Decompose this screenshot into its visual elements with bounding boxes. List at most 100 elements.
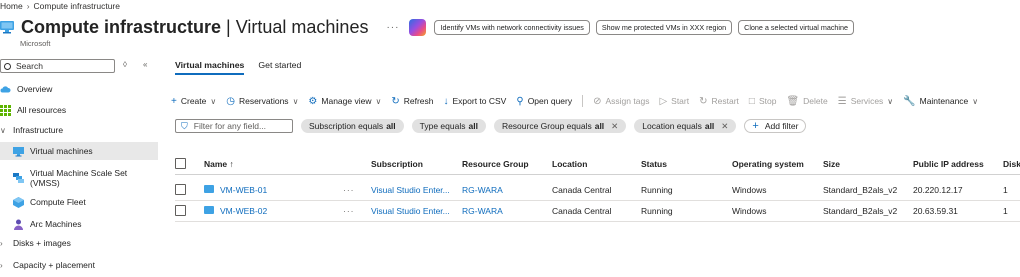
column-header-resource-group[interactable]: Resource Group — [462, 159, 529, 169]
filter-input[interactable]: ⛉ Filter for any field... — [175, 119, 293, 133]
disks-cell: 1 — [1003, 184, 1008, 195]
select-all-checkbox[interactable] — [175, 158, 186, 169]
filter-pill-subscription[interactable]: Subscription equals all — [301, 119, 404, 133]
chevron-right-icon: › — [0, 260, 3, 270]
suggestion-chip-connectivity[interactable]: Identify VMs with network connectivity i… — [434, 19, 590, 35]
column-header-public-ip[interactable]: Public IP address — [913, 159, 984, 169]
refresh-icon: ↻ — [391, 95, 400, 107]
column-header-subscription[interactable]: Subscription — [371, 159, 423, 169]
add-filter-button[interactable]: + Add filter — [744, 119, 807, 133]
sidebar-item-overview[interactable]: Overview — [0, 80, 158, 98]
trash-icon: 🗑 — [786, 95, 800, 107]
search-icon — [4, 62, 11, 70]
size-cell: Standard_B2als_v2 — [823, 205, 898, 216]
vm-name-link[interactable]: VM-WEB-01 — [204, 184, 267, 195]
sidebar-item-arc-machines[interactable]: Arc Machines — [0, 215, 158, 233]
collapse-sidebar-icon[interactable]: « — [143, 60, 147, 69]
suggestion-chip-protected-vms[interactable]: Show me protected VMs in XXX region — [595, 19, 733, 35]
sidebar-item-all-resources[interactable]: All resources — [0, 101, 158, 119]
size-cell: Standard_B2als_v2 — [823, 184, 898, 195]
resource-group-link[interactable]: RG-WARA — [462, 206, 503, 216]
start-button[interactable]: ▷ Start — [659, 96, 689, 107]
copilot-icon[interactable] — [409, 18, 427, 36]
column-header-location[interactable]: Location — [552, 159, 587, 169]
search-placeholder: Search — [16, 61, 43, 71]
public-ip-cell: 20.63.59.31 — [913, 205, 958, 216]
row-checkbox[interactable] — [175, 205, 186, 216]
close-icon[interactable]: ✕ — [721, 121, 728, 132]
monitor-icon — [204, 184, 214, 193]
stop-icon: □ — [748, 95, 755, 107]
chevron-down-icon: ∨ — [375, 96, 382, 106]
filter-pill-location[interactable]: Location equals all ✕ — [634, 119, 737, 133]
manage-view-button[interactable]: ⚙ Manage view ∨ — [308, 96, 381, 107]
search-input[interactable]: Search — [0, 59, 115, 73]
location-cell: Canada Central — [552, 205, 612, 216]
collapse-toggle-icon[interactable]: ◊ — [123, 60, 127, 69]
stop-button[interactable]: □ Stop — [749, 96, 777, 107]
grid-icon — [0, 104, 11, 116]
table-row[interactable]: VM-WEB-02 ··· Visual Studio Enter... RG-… — [175, 200, 1020, 222]
column-header-disks[interactable]: Disk — [1003, 159, 1020, 169]
command-bar: + Create ∨ ◷ Reservations ∨ ⚙ Manage view ∨ ↻ R… — [171, 95, 988, 107]
row-more-button[interactable]: ··· — [343, 185, 355, 195]
chevron-down-icon: ∨ — [887, 96, 894, 106]
chevron-right-icon: › — [26, 1, 30, 11]
fleet-icon — [13, 196, 24, 208]
assign-tags-button[interactable]: ⊘ Assign tags — [593, 96, 649, 107]
delete-button[interactable]: 🗑 Delete — [786, 96, 827, 107]
row-checkbox[interactable] — [175, 184, 186, 195]
status-cell: Running — [641, 184, 673, 195]
chevron-down-icon: ∨ — [292, 96, 299, 106]
sidebar-group-disks-images[interactable]: › Disks + images — [0, 234, 158, 252]
suggestion-chip-clone-vm[interactable]: Clone a selected virtual machine — [738, 19, 854, 35]
cloud-icon — [0, 84, 11, 95]
restart-button[interactable]: ↻ Restart — [699, 96, 739, 107]
subscription-link[interactable]: Visual Studio Enter... — [371, 206, 450, 216]
export-csv-button[interactable]: ↓ Export to CSV — [444, 96, 507, 107]
tab-get-started[interactable]: Get started — [258, 60, 301, 75]
sidebar-item-vmss[interactable]: Virtual Machine Scale Set (VMSS) — [0, 165, 158, 191]
column-header-status[interactable]: Status — [641, 159, 667, 169]
page-header: Compute infrastructure | Virtual machine… — [0, 14, 860, 40]
resource-group-link[interactable]: RG-WARA — [462, 185, 503, 195]
create-button[interactable]: + Create ∨ — [171, 96, 216, 107]
filter-pill-type[interactable]: Type equals all — [411, 119, 486, 133]
column-header-size[interactable]: Size — [823, 159, 840, 169]
tab-bar: Virtual machines Get started — [175, 60, 315, 75]
breadcrumb: Home › Compute infrastructure — [0, 1, 120, 11]
status-cell: Running — [641, 205, 673, 216]
table-row[interactable]: VM-WEB-01 ··· Visual Studio Enter... RG-… — [175, 179, 1020, 201]
reservations-button[interactable]: ◷ Reservations ∨ — [226, 96, 298, 107]
download-icon: ↓ — [443, 95, 449, 107]
monitor-icon — [0, 20, 14, 34]
maintenance-button[interactable]: 🔧 Maintenance ∨ — [903, 96, 978, 107]
row-more-button[interactable]: ··· — [343, 206, 355, 216]
filter-pill-resource-group[interactable]: Resource Group equals all ✕ — [493, 119, 627, 133]
query-icon: ⚲ — [516, 95, 524, 107]
open-query-button[interactable]: ⚲ Open query — [516, 96, 572, 107]
tab-virtual-machines[interactable]: Virtual machines — [175, 60, 245, 75]
monitor-icon — [204, 205, 214, 214]
services-button[interactable]: ☰ Services ∨ — [838, 96, 893, 107]
vm-name-link[interactable]: VM-WEB-02 — [204, 205, 267, 216]
close-icon[interactable]: ✕ — [611, 121, 618, 132]
refresh-button[interactable]: ↻ Refresh — [391, 96, 433, 107]
chevron-down-icon: ∨ — [210, 96, 217, 106]
subscription-link[interactable]: Visual Studio Enter... — [371, 185, 450, 195]
sidebar-group-capacity-placement[interactable]: › Capacity + placement — [0, 256, 158, 274]
gear-icon: ⚙ — [308, 95, 318, 107]
table-header-row: Name ↑ Subscription Resource Group Locat… — [175, 153, 1020, 175]
sidebar-group-infrastructure[interactable]: ∨ Infrastructure — [0, 121, 158, 139]
clock-icon: ◷ — [226, 95, 235, 107]
monitor-icon — [13, 146, 24, 157]
page-subtitle: Microsoft — [20, 39, 51, 48]
column-header-os[interactable]: Operating system — [732, 159, 804, 169]
more-options-button[interactable]: ··· — [386, 22, 399, 33]
breadcrumb-current[interactable]: Compute infrastructure — [34, 1, 120, 11]
column-header-name[interactable]: Name ↑ — [204, 159, 234, 169]
restart-icon: ↻ — [699, 95, 708, 107]
breadcrumb-home[interactable]: Home — [0, 1, 23, 11]
sidebar-item-virtual-machines[interactable]: Virtual machines — [0, 142, 158, 160]
sidebar-item-compute-fleet[interactable]: Compute Fleet — [0, 193, 158, 211]
